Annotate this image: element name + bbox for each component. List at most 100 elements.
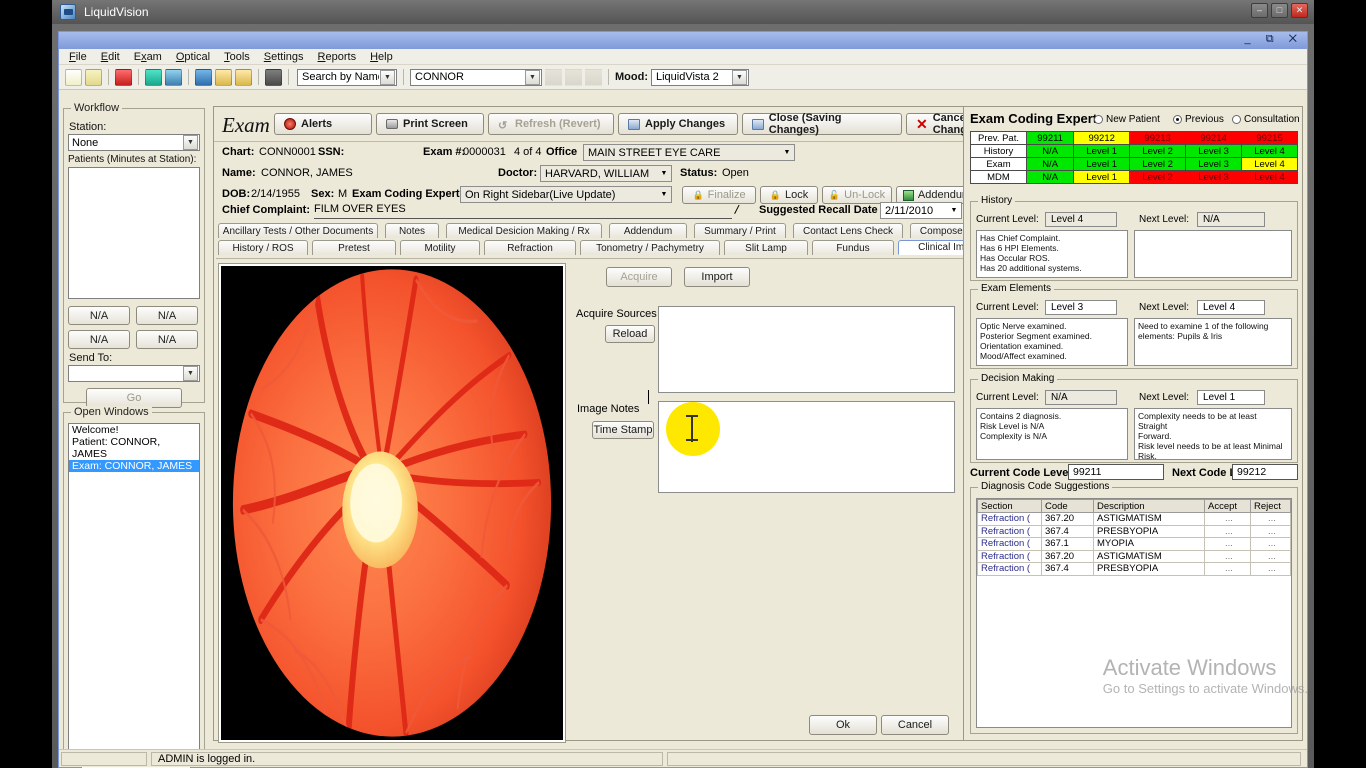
tab-summary-print[interactable]: Summary / Print — [694, 223, 786, 238]
office-combo[interactable]: MAIN STREET EYE CARE ▼ — [583, 144, 795, 161]
table-row[interactable]: Refraction ( 367.20 ASTIGMATISM ... ... — [977, 549, 1291, 563]
chevron-down-icon[interactable]: ▼ — [183, 135, 198, 150]
calendar-icon[interactable] — [115, 68, 132, 86]
chevron-down-icon[interactable]: ▼ — [780, 145, 794, 160]
cell-accept[interactable]: ... — [1204, 549, 1251, 563]
chevron-down-icon[interactable]: ▼ — [657, 187, 671, 202]
menu-item-file[interactable]: FFileile — [69, 51, 87, 63]
menu-item-optical[interactable]: Optical — [176, 51, 210, 63]
tab-history-ros[interactable]: History / ROS — [218, 240, 308, 255]
chief-complaint-input[interactable]: FILM OVER EYES — [314, 203, 732, 219]
workflow-action-3[interactable]: N/A — [68, 330, 130, 349]
tab-refraction[interactable]: Refraction — [484, 240, 576, 255]
chevron-down-icon[interactable]: ▼ — [657, 166, 671, 181]
menu-item-exam[interactable]: Exam — [134, 51, 162, 63]
cell-reject[interactable]: ... — [1250, 562, 1291, 576]
new-exam-icon[interactable] — [545, 68, 562, 86]
open-windows-list[interactable]: Welcome! Patient: CONNOR, JAMES Exam: CO… — [68, 423, 200, 753]
chevron-down-icon[interactable]: ▼ — [525, 69, 540, 85]
menu-item-tools[interactable]: Tools — [224, 51, 250, 63]
send-to-combo[interactable]: ▼ — [68, 365, 200, 382]
fundus-retina-photograph[interactable] — [221, 266, 563, 740]
clinical-image-frame[interactable] — [218, 263, 566, 743]
recall-date-combo[interactable]: 2/11/2010 ▼ — [880, 202, 962, 219]
workflow-action-1[interactable]: N/A — [68, 306, 130, 325]
tab-addendum[interactable]: Addendum — [609, 223, 687, 238]
menu-item-help[interactable]: Help — [370, 51, 393, 63]
calculator-icon[interactable] — [265, 68, 282, 86]
chevron-down-icon[interactable]: ▼ — [947, 203, 961, 218]
table-row[interactable]: Refraction ( 367.4 PRESBYOPIA ... ... — [977, 524, 1291, 538]
open-document-icon[interactable] — [85, 68, 102, 86]
reload-button[interactable]: Reload — [605, 325, 655, 343]
table-row[interactable]: Refraction ( 367.20 ASTIGMATISM ... ... — [977, 512, 1291, 526]
refresh-revert-button[interactable]: ↺ Refresh (Revert) — [488, 113, 614, 135]
patients-list[interactable] — [68, 167, 200, 299]
ok-button[interactable]: Ok — [809, 715, 877, 735]
transfer-icon[interactable] — [195, 68, 212, 86]
radio-consultation[interactable]: Consultation — [1232, 114, 1300, 125]
new-document-icon[interactable] — [65, 68, 82, 86]
close-saving-changes-button[interactable]: Close (Saving Changes) — [742, 112, 902, 136]
cell-reject[interactable]: ... — [1250, 512, 1291, 526]
time-stamp-button[interactable]: Time Stamp — [592, 421, 654, 439]
cell-reject[interactable]: ... — [1250, 524, 1291, 538]
menu-item-edit[interactable]: Edit — [101, 51, 120, 63]
export-icon[interactable] — [215, 68, 232, 86]
minimize-button[interactable]: – — [1251, 3, 1268, 18]
cancel-button[interactable]: Cancel — [881, 715, 949, 735]
cell-accept[interactable]: ... — [1204, 537, 1251, 551]
patient-search-combo[interactable]: CONNOR ▼ — [410, 68, 542, 86]
tab-tonometry-pachymetry[interactable]: Tonometry / Pachymetry — [580, 240, 720, 255]
chevron-down-icon[interactable]: ▼ — [380, 69, 395, 85]
acquire-button[interactable]: Acquire — [606, 267, 672, 287]
table-row[interactable]: Refraction ( 367.1 MYOPIA ... ... — [977, 537, 1291, 551]
menu-bar[interactable]: FFileile Edit Exam Optical Tools Setting… — [59, 49, 1307, 65]
mood-combo[interactable]: LiquidVista 2 ▼ — [650, 68, 749, 86]
import-button[interactable]: Import — [684, 267, 750, 287]
cell-accept[interactable]: ... — [1204, 524, 1251, 538]
diagnosis-table-container[interactable]: Section Code Description Accept Reject R… — [976, 498, 1292, 728]
import-icon[interactable] — [235, 68, 252, 86]
acquire-sources-list[interactable] — [658, 306, 955, 393]
radio-previous[interactable]: Previous — [1173, 114, 1224, 125]
list-item[interactable]: Exam: CONNOR, JAMES — [69, 460, 199, 472]
cell-accept[interactable]: ... — [1204, 512, 1251, 526]
go-button[interactable]: Go — [86, 388, 182, 408]
station-combo[interactable]: None ▼ — [68, 134, 200, 151]
workflow-action-4[interactable]: N/A — [136, 330, 198, 349]
workflow-action-2[interactable]: N/A — [136, 306, 198, 325]
menu-item-settings[interactable]: Settings — [264, 51, 304, 63]
chevron-down-icon[interactable]: ▼ — [183, 366, 198, 381]
tab-fundus[interactable]: Fundus — [812, 240, 894, 255]
close-button[interactable]: ✕ — [1291, 3, 1308, 18]
tab-slit-lamp[interactable]: Slit Lamp — [724, 240, 808, 255]
cell-accept[interactable]: ... — [1204, 562, 1251, 576]
doctor-combo[interactable]: HARVARD, WILLIAM ▼ — [540, 165, 672, 182]
print-screen-button[interactable]: Print Screen — [376, 113, 484, 135]
mdi-window-controls[interactable]: _ ⧉ ✕ — [1245, 33, 1303, 46]
table-row[interactable]: Refraction ( 367.4 PRESBYOPIA ... ... — [977, 562, 1291, 576]
apply-changes-button[interactable]: Apply Changes — [618, 113, 738, 135]
tab-notes[interactable]: Notes — [385, 223, 439, 238]
cell-reject[interactable]: ... — [1250, 549, 1291, 563]
refresh-icon[interactable] — [145, 68, 162, 86]
message-icon[interactable] — [165, 68, 182, 86]
save-icon[interactable] — [565, 68, 582, 86]
tab-motility[interactable]: Motility — [400, 240, 480, 255]
list-item[interactable]: Welcome! — [69, 424, 199, 436]
maximize-button[interactable]: □ — [1271, 3, 1288, 18]
alerts-button[interactable]: Alerts — [274, 113, 372, 135]
tab-medical-decision-making[interactable]: Medical Desicion Making / Rx — [446, 223, 602, 238]
tab-ancillary-tests[interactable]: Ancillary Tests / Other Documents — [218, 223, 378, 238]
tab-contact-lens-check[interactable]: Contact Lens Check — [793, 223, 903, 238]
expand-icon[interactable] — [585, 68, 602, 86]
search-mode-combo[interactable]: Search by Name ▼ — [297, 68, 397, 86]
cell-reject[interactable]: ... — [1250, 537, 1291, 551]
menu-item-reports[interactable]: Reports — [318, 51, 357, 63]
tab-pretest[interactable]: Pretest — [312, 240, 396, 255]
pencil-icon[interactable]: / — [733, 202, 740, 217]
chevron-down-icon[interactable]: ▼ — [731, 69, 747, 85]
list-item[interactable]: Patient: CONNOR, JAMES — [69, 436, 199, 460]
radio-new-patient[interactable]: New Patient — [1094, 114, 1160, 125]
